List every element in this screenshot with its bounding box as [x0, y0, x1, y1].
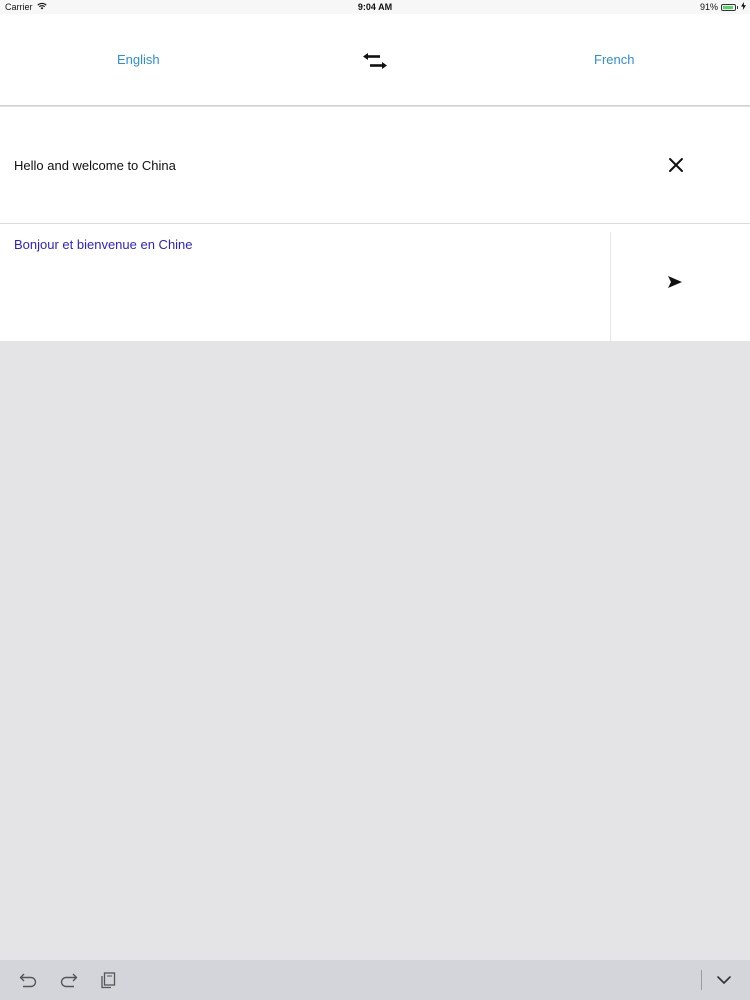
swap-arrows-icon	[363, 53, 387, 69]
keyboard-dismiss-icon	[717, 976, 731, 984]
clock: 9:04 AM	[357, 2, 393, 12]
paste-button[interactable]	[98, 971, 118, 989]
target-language-button[interactable]: French	[594, 52, 634, 67]
charging-icon	[741, 2, 746, 12]
battery-indicator: 91%	[700, 2, 746, 12]
keyboard-shortcut-bar	[0, 960, 750, 1000]
paste-icon	[101, 972, 116, 989]
send-icon	[668, 276, 682, 288]
status-bar: Carrier 9:04 AM 91%	[0, 0, 750, 14]
close-icon	[669, 158, 683, 172]
source-language-button[interactable]: English	[117, 52, 160, 67]
source-text[interactable]: Hello and welcome to China	[14, 158, 176, 173]
battery-icon	[721, 3, 736, 11]
language-selector-bar: English French	[0, 14, 750, 106]
result-divider	[610, 232, 611, 341]
translation-result-area: Bonjour et bienvenue en Chine	[0, 224, 750, 341]
toolbar-separator	[701, 970, 702, 990]
battery-tip	[737, 5, 738, 9]
source-text-area[interactable]: Hello and welcome to China	[0, 107, 750, 224]
redo-button[interactable]	[58, 971, 78, 989]
clear-button[interactable]	[666, 155, 686, 175]
translation-text: Bonjour et bienvenue en Chine	[14, 237, 193, 252]
battery-fill	[723, 5, 733, 9]
swap-languages-button[interactable]	[362, 50, 388, 72]
battery-percent: 91%	[699, 2, 718, 12]
send-button[interactable]	[666, 274, 684, 290]
redo-icon	[60, 973, 78, 988]
undo-icon	[19, 973, 37, 988]
undo-button[interactable]	[19, 971, 39, 989]
dismiss-keyboard-button[interactable]	[714, 971, 734, 989]
